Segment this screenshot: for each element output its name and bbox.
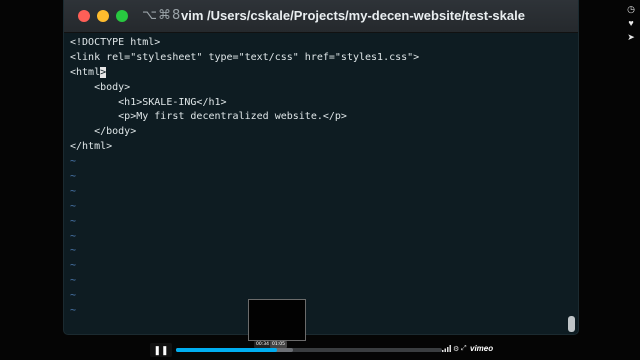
close-button[interactable]	[78, 10, 90, 22]
send-icon[interactable]: ➤	[626, 32, 636, 43]
heart-icon[interactable]: ♥	[626, 18, 636, 28]
vimeo-logo[interactable]: vimeo	[470, 344, 493, 353]
empty-line-marker: ~	[70, 156, 77, 168]
settings-icon[interactable]: ⚙	[453, 345, 459, 353]
code-line: <h1>SKALE-ING</h1>	[70, 96, 227, 108]
preview-thumbnail	[248, 299, 306, 341]
hover-time: 01:05	[270, 341, 287, 348]
empty-line-marker: ~	[70, 185, 77, 197]
clock-icon[interactable]: ◷	[626, 4, 636, 15]
code-line: </body>	[70, 126, 137, 138]
code-line-cursor: <html>	[70, 66, 566, 81]
window-shortcut: ⌥⌘8	[142, 8, 182, 23]
empty-line-marker: ~	[70, 200, 77, 212]
empty-line-marker: ~	[70, 230, 77, 242]
title-bar: ⌥⌘8 vim /Users/cskale/Projects/my-decen-…	[64, 0, 578, 33]
volume-icon[interactable]	[442, 344, 452, 352]
empty-line-marker: ~	[70, 215, 77, 227]
empty-line-marker: ~	[70, 245, 77, 257]
vim-editor[interactable]: <!DOCTYPE html> <link rel="stylesheet" t…	[70, 36, 566, 326]
empty-line-marker: ~	[70, 260, 77, 272]
current-time: 00:34	[254, 341, 271, 348]
pause-icon: ❚❚	[153, 345, 169, 355]
fullscreen-icon[interactable]: ⤢	[461, 345, 467, 353]
code-line: <link rel="stylesheet" type="text/css" h…	[70, 51, 420, 63]
empty-line-marker: ~	[70, 171, 77, 183]
code-line: <p>My first decentralized website.</p>	[70, 111, 347, 123]
video-player: ◷ ♥ ➤ ⌥⌘8 vim /Users/cskale/Projects/my-…	[0, 0, 640, 360]
window-title: vim /Users/cskale/Projects/my-decen-webs…	[181, 8, 525, 23]
code-line-text: <html	[70, 66, 101, 78]
pause-button[interactable]: ❚❚	[150, 343, 172, 357]
code-line: </html>	[70, 141, 113, 153]
maximize-button[interactable]	[116, 10, 128, 22]
text-cursor: >	[100, 66, 107, 78]
empty-line-marker: ~	[70, 275, 77, 287]
progress-fill	[176, 348, 278, 352]
minimize-button[interactable]	[97, 10, 109, 22]
code-line: <!DOCTYPE html>	[70, 37, 161, 48]
terminal-window: ⌥⌘8 vim /Users/cskale/Projects/my-decen-…	[64, 0, 578, 334]
empty-line-marker: ~	[70, 290, 77, 302]
code-line: <body>	[70, 81, 131, 93]
progress-bar[interactable]	[176, 348, 442, 352]
empty-line-marker: ~	[70, 305, 77, 317]
scrollbar[interactable]	[568, 316, 575, 332]
